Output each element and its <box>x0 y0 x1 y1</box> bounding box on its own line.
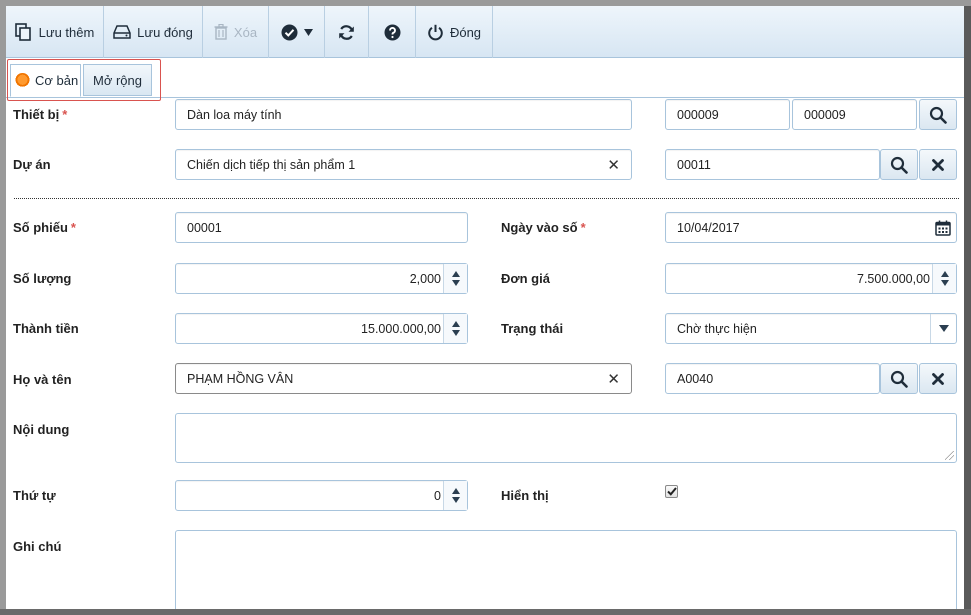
tabs-highlight-box <box>7 59 161 101</box>
delete-button[interactable]: Xóa <box>203 6 269 58</box>
arrow-up-icon[interactable] <box>940 271 949 277</box>
order-label: Thứ tự <box>13 488 56 503</box>
employee-search-button[interactable] <box>880 363 918 394</box>
project-label: Dự án <box>13 157 51 172</box>
arrow-up-icon[interactable] <box>451 271 460 277</box>
content-textarea[interactable] <box>175 413 957 463</box>
clear-icon[interactable]: ✕ <box>607 370 620 388</box>
refresh-button[interactable] <box>325 6 369 58</box>
arrow-down-icon[interactable] <box>451 330 460 336</box>
search-icon <box>929 106 947 124</box>
close-icon <box>932 372 944 385</box>
arrow-up-icon[interactable] <box>451 321 460 327</box>
employee-clear-button[interactable] <box>919 363 957 394</box>
order-stepper[interactable]: 0 <box>175 480 468 511</box>
order-spin-buttons[interactable] <box>443 481 467 510</box>
close-icon <box>932 158 944 171</box>
search-icon <box>890 156 908 174</box>
section-divider <box>14 198 959 199</box>
amount-stepper[interactable]: 15.000.000,00 <box>175 313 468 344</box>
trash-icon <box>214 24 228 40</box>
project-search-button[interactable] <box>880 149 918 180</box>
voucher-no-label: Số phiếu * <box>13 220 76 235</box>
chevron-down-icon[interactable] <box>930 314 956 343</box>
approve-dropdown-button[interactable] <box>269 6 325 58</box>
help-icon <box>384 24 400 40</box>
arrow-down-icon[interactable] <box>451 280 460 286</box>
copy-icon <box>14 23 31 41</box>
project-clear-button[interactable] <box>919 149 957 180</box>
device-search-button[interactable] <box>919 99 957 130</box>
refresh-icon <box>339 24 354 40</box>
device-code-2-field[interactable]: 000009 <box>792 99 917 130</box>
save-close-label: Lưu đóng <box>137 24 193 40</box>
window-shadow-bottom <box>0 609 971 615</box>
entry-date-field[interactable]: 10/04/2017 <box>665 212 957 243</box>
status-label: Trạng thái <box>501 321 564 336</box>
tab-bar: Cơ bản Mở rộng <box>6 58 964 101</box>
quantity-stepper[interactable]: 2,000 <box>175 263 468 294</box>
clear-icon[interactable]: ✕ <box>607 156 620 174</box>
save-close-button[interactable]: Lưu đóng <box>104 6 203 58</box>
save-add-label: Lưu thêm <box>38 24 95 40</box>
content-label: Nội dung <box>13 422 70 437</box>
save-add-button[interactable]: Lưu thêm <box>6 6 104 58</box>
unit-price-spin-buttons[interactable] <box>932 264 956 293</box>
status-select[interactable]: Chờ thực hiện <box>665 313 957 344</box>
unit-price-label: Đơn giá <box>501 271 550 286</box>
full-name-field[interactable]: PHẠM HỒNG VÂN ✕ <box>175 363 632 394</box>
full-name-label: Họ và tên <box>13 372 72 387</box>
project-code-field[interactable]: 00011 <box>665 149 880 180</box>
calendar-button[interactable] <box>930 213 956 242</box>
project-name-field[interactable]: Chiến dịch tiếp thị sản phẩm 1 ✕ <box>175 149 632 180</box>
note-label: Ghi chú <box>13 539 62 554</box>
close-button[interactable]: Đóng <box>416 6 493 58</box>
form-window: Lưu thêm Lưu đóng Xóa Đóng Cơ bản Mở rộn… <box>6 6 964 609</box>
drive-icon <box>113 25 131 39</box>
close-label: Đóng <box>449 24 482 40</box>
device-code-field[interactable]: 000009 <box>665 99 790 130</box>
toolbar: Lưu thêm Lưu đóng Xóa Đóng <box>6 6 964 58</box>
device-name-field[interactable]: Dàn loa máy tính <box>175 99 632 130</box>
checkmark-icon <box>666 487 677 496</box>
note-textarea[interactable] <box>175 530 957 609</box>
visible-label: Hiển thị <box>501 488 549 503</box>
employee-code-field[interactable]: A0040 <box>665 363 880 394</box>
power-icon <box>428 24 443 40</box>
visible-checkbox[interactable] <box>665 485 678 498</box>
arrow-down-icon[interactable] <box>451 497 460 503</box>
voucher-no-field[interactable]: 00001 <box>175 212 468 243</box>
search-icon <box>890 370 908 388</box>
device-label: Thiết bị * <box>13 107 68 122</box>
quantity-label: Số lượng <box>13 271 72 286</box>
entry-date-label: Ngày vào số * <box>501 220 586 235</box>
delete-label: Xóa <box>233 24 258 40</box>
quantity-spin-buttons[interactable] <box>443 264 467 293</box>
amount-spin-buttons[interactable] <box>443 314 467 343</box>
amount-label: Thành tiền <box>13 321 79 336</box>
arrow-up-icon[interactable] <box>451 488 460 494</box>
resize-handle[interactable] <box>945 451 954 460</box>
check-circle-icon <box>281 24 297 40</box>
caret-down-icon <box>303 28 313 36</box>
calendar-icon <box>935 220 951 236</box>
unit-price-stepper[interactable]: 7.500.000,00 <box>665 263 957 294</box>
window-shadow-right <box>964 6 971 615</box>
arrow-down-icon[interactable] <box>940 280 949 286</box>
help-button[interactable] <box>369 6 416 58</box>
